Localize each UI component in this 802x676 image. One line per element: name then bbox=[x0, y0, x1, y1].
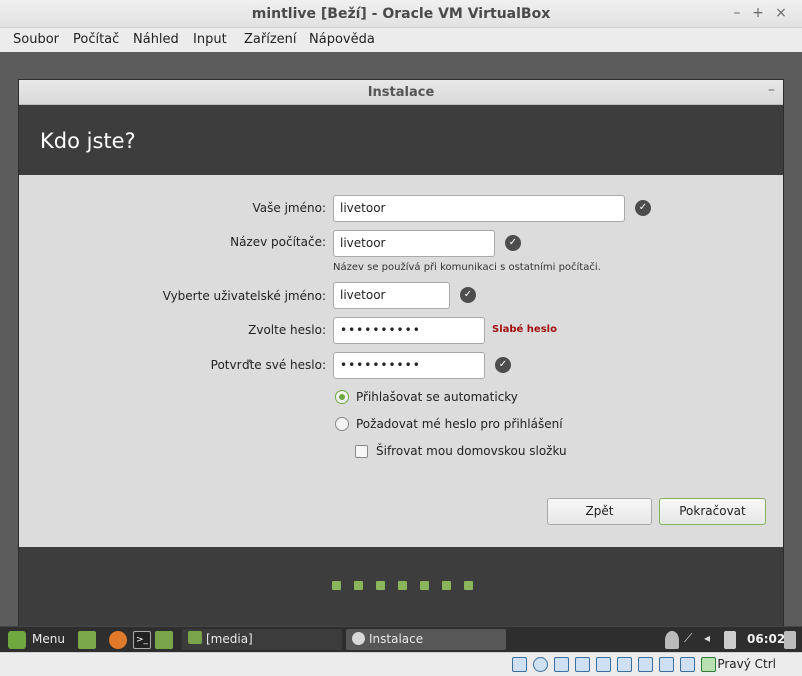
display-icon[interactable] bbox=[638, 657, 653, 672]
maximize-button[interactable]: + bbox=[749, 4, 767, 22]
clock[interactable]: 06:02 bbox=[747, 632, 785, 646]
mint-logo-icon[interactable] bbox=[8, 631, 26, 649]
installer-icon bbox=[352, 632, 365, 645]
host-key-label: Pravý Ctrl bbox=[717, 657, 776, 671]
close-button[interactable]: × bbox=[772, 4, 790, 22]
confirm-password-valid-icon: ✓ bbox=[495, 357, 511, 373]
recording-icon[interactable] bbox=[659, 657, 674, 672]
optical-drive-icon[interactable] bbox=[533, 657, 548, 672]
page-title: Kdo jste? bbox=[40, 129, 136, 153]
autologin-label[interactable]: Přihlašovat se automaticky bbox=[356, 390, 518, 404]
encrypt-home-label[interactable]: Šifrovat mou domovskou složku bbox=[376, 444, 567, 458]
progress-step bbox=[354, 581, 363, 590]
terminal-icon[interactable]: >_ bbox=[133, 631, 151, 649]
require-password-radio[interactable] bbox=[335, 417, 349, 431]
installer-minimize-button[interactable]: – bbox=[768, 82, 775, 98]
encrypt-home-checkbox[interactable] bbox=[355, 445, 368, 458]
password-strength: Slabé heslo bbox=[492, 324, 557, 335]
folder-icon bbox=[188, 631, 202, 644]
installer-window-title: Instalace bbox=[367, 85, 435, 100]
guest-panel: Menu >_ [media] Instalace ⟋ ◂ 06:02 bbox=[0, 626, 802, 652]
computer-name-label: Název počítače: bbox=[230, 235, 326, 249]
continue-button[interactable]: Pokračovat bbox=[659, 498, 766, 525]
host-titlebar: mintlive [Beží] - Oracle VM VirtualBox –… bbox=[0, 0, 802, 28]
menu-input[interactable]: Input bbox=[193, 32, 227, 47]
battery-icon[interactable] bbox=[724, 631, 736, 649]
username-valid-icon: ✓ bbox=[460, 287, 476, 303]
back-button[interactable]: Zpět bbox=[547, 498, 652, 525]
files-icon[interactable] bbox=[155, 631, 173, 649]
host-menubar: Soubor Počítač Náhled Input Zařízení Náp… bbox=[0, 28, 802, 52]
window-list-icon[interactable] bbox=[784, 631, 796, 649]
progress-step bbox=[332, 581, 341, 590]
autologin-radio[interactable] bbox=[335, 390, 349, 404]
your-name-label: Vaše jméno: bbox=[252, 201, 326, 215]
username-field[interactable]: livetoor bbox=[333, 282, 450, 309]
volume-icon[interactable]: ◂ bbox=[704, 631, 718, 649]
menu-zarizeni[interactable]: Zařízení bbox=[244, 32, 297, 47]
user-icon[interactable] bbox=[665, 631, 679, 649]
task-installer[interactable]: Instalace bbox=[346, 629, 506, 650]
computer-name-valid-icon: ✓ bbox=[505, 235, 521, 251]
password-label: Zvolte heslo: bbox=[248, 323, 326, 337]
shared-folders-icon[interactable] bbox=[617, 657, 632, 672]
confirm-password-label: Potvrďte své heslo: bbox=[210, 358, 326, 372]
show-desktop-icon[interactable] bbox=[78, 631, 96, 649]
host-window-title: mintlive [Beží] - Oracle VM VirtualBox bbox=[251, 6, 551, 22]
installer-header: Kdo jste? bbox=[19, 105, 783, 175]
installer-titlebar: Instalace – bbox=[19, 80, 783, 105]
menu-nahled[interactable]: Náhled bbox=[133, 32, 179, 47]
progress-step bbox=[464, 581, 473, 590]
your-name-field[interactable]: livetoor bbox=[333, 195, 625, 222]
progress-step bbox=[420, 581, 429, 590]
computer-name-hint: Název se používá při komunikaci s ostatn… bbox=[333, 262, 601, 273]
menu-pocitac[interactable]: Počítač bbox=[73, 32, 119, 47]
mouse-integration-icon[interactable] bbox=[701, 657, 716, 672]
progress-step bbox=[376, 581, 385, 590]
menu-button[interactable]: Menu bbox=[32, 632, 65, 646]
password-field[interactable]: •••••••••• bbox=[333, 317, 485, 344]
cpu-icon[interactable] bbox=[680, 657, 695, 672]
task-media[interactable]: [media] bbox=[182, 629, 342, 650]
network-adapter-icon[interactable] bbox=[575, 657, 590, 672]
confirm-password-field[interactable]: •••••••••• bbox=[333, 352, 485, 379]
menu-napoveda[interactable]: Nápověda bbox=[309, 32, 375, 47]
require-password-label[interactable]: Požadovat mé heslo pro přihlášení bbox=[356, 417, 563, 431]
computer-name-field[interactable]: livetoor bbox=[333, 230, 495, 257]
menu-soubor[interactable]: Soubor bbox=[13, 32, 59, 47]
minimize-button[interactable]: – bbox=[728, 4, 746, 22]
audio-icon[interactable] bbox=[554, 657, 569, 672]
hard-disk-icon[interactable] bbox=[512, 657, 527, 672]
username-label: Vyberte uživatelské jméno: bbox=[162, 289, 326, 303]
task-media-label: [media] bbox=[206, 632, 253, 646]
progress-step bbox=[398, 581, 407, 590]
your-name-valid-icon: ✓ bbox=[635, 200, 651, 216]
task-installer-label: Instalace bbox=[369, 632, 424, 646]
usb-icon[interactable] bbox=[596, 657, 611, 672]
firefox-icon[interactable] bbox=[109, 631, 127, 649]
progress-step bbox=[442, 581, 451, 590]
network-icon[interactable]: ⟋ bbox=[684, 631, 698, 649]
host-statusbar: Pravý Ctrl bbox=[0, 652, 802, 676]
